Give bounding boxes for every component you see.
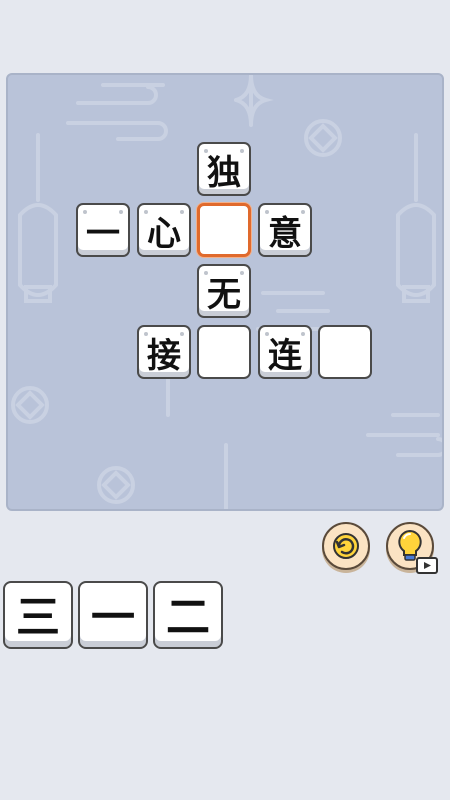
cell-xin: 心 xyxy=(137,203,191,257)
refresh-icon xyxy=(333,533,359,559)
cell-yi-meaning: 意 xyxy=(258,203,312,257)
cell-lian: 连 xyxy=(258,325,312,379)
cell-jie: 接 xyxy=(137,325,191,379)
answer-tile[interactable]: 三 xyxy=(3,581,73,649)
answer-tile[interactable]: 二 xyxy=(153,581,223,649)
puzzle-board: 独 一 心 意 无 接 连 xyxy=(6,73,444,511)
answer-tile[interactable]: 一 xyxy=(78,581,148,649)
refresh-button[interactable] xyxy=(322,522,370,570)
hint-button[interactable] xyxy=(386,522,438,574)
blank-cell[interactable] xyxy=(318,325,372,379)
video-badge xyxy=(416,557,438,574)
blank-cell-selected[interactable] xyxy=(197,203,251,257)
cell-wu: 无 xyxy=(197,264,251,318)
cell-yi: 一 xyxy=(76,203,130,257)
cell-du: 独 xyxy=(197,142,251,196)
video-play-icon xyxy=(424,562,431,569)
blank-cell[interactable] xyxy=(197,325,251,379)
